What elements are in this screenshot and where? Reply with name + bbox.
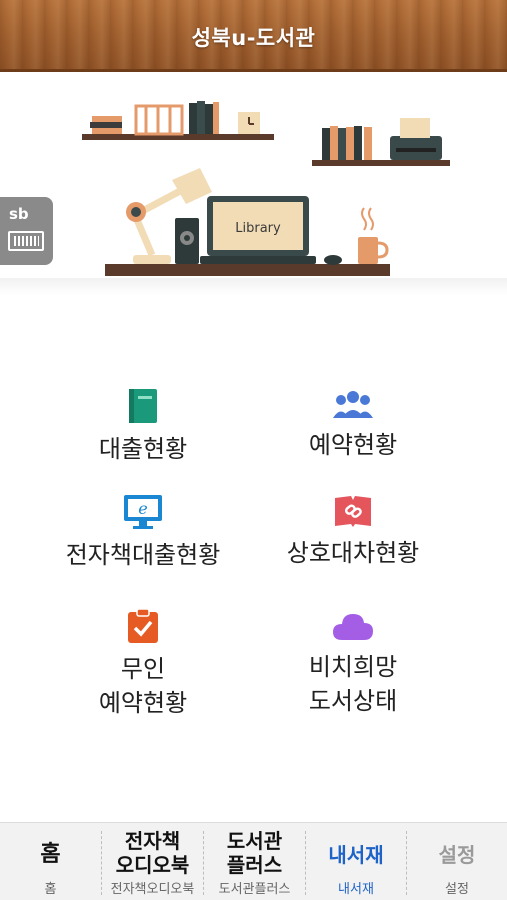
menu-interlibrary-loan-status[interactable]: 상호대차현황: [238, 494, 468, 570]
nav-sub-label: 설정: [445, 882, 469, 897]
menu-label: 대출현황: [98, 435, 188, 463]
barcode-icon: [8, 231, 44, 251]
member-card-button[interactable]: sb: [0, 197, 53, 265]
nav-sub-label: 홈: [44, 882, 57, 897]
library-illustration: Library: [82, 101, 450, 276]
nav-main-label-line2: 오디오북: [115, 853, 190, 877]
nav-main-label-line2: 플러스: [226, 853, 283, 877]
clipboard-check-icon: [128, 608, 158, 643]
menu-label: 상호대차현황: [286, 539, 420, 567]
nav-sub-label: 내서재: [338, 882, 374, 897]
menu-label-line2: 예약현황: [98, 689, 188, 717]
nav-my-library[interactable]: 내서재 내서재: [306, 823, 406, 900]
menu-label-line1: 비치희망: [308, 653, 398, 681]
nav-main-label: 설정: [438, 843, 476, 867]
laptop: Library: [200, 196, 316, 264]
cloud-icon: [333, 614, 373, 640]
svg-text:e: e: [138, 499, 147, 518]
nav-main-label-line1: 전자책: [124, 829, 181, 853]
nav-home[interactable]: 홈 홈: [0, 823, 101, 900]
app-title: 성북u-도서관: [191, 26, 316, 50]
menu-unmanned-reservation-status[interactable]: 무인 예약현황: [28, 608, 258, 720]
speaker: [175, 218, 199, 264]
library-banner: Library: [0, 75, 507, 295]
app-header: 성북u-도서관: [0, 0, 507, 72]
menu-reservation-status[interactable]: 예약현황: [238, 388, 468, 462]
menu-wish-book-status[interactable]: 비치희망 도서상태: [238, 608, 468, 718]
menu-ebook-loan-status[interactable]: e 전자책대출현황: [28, 494, 258, 572]
link-book-icon: [335, 496, 371, 527]
desk-lamp: [126, 168, 212, 264]
e-monitor-icon: e: [124, 495, 162, 529]
coffee-mug: [358, 207, 389, 264]
nav-main-label: 내서재: [328, 843, 384, 867]
banner-shadow: [0, 278, 507, 296]
bottom-navigation: 홈 홈 전자책 오디오북 전자책오디오북 도서관 플러스 도서관플러스 내서재 …: [0, 822, 507, 900]
nav-main-label: 홈: [40, 842, 61, 867]
menu-label-line1: 무인: [120, 655, 166, 683]
menu-loan-status[interactable]: 대출현황: [28, 388, 258, 466]
nav-settings[interactable]: 설정 설정: [407, 823, 507, 900]
menu-label: 예약현황: [308, 431, 398, 459]
menu-label-line2: 도서상태: [308, 687, 398, 715]
laptop-screen-text: Library: [235, 221, 281, 236]
nav-sub-label: 전자책오디오북: [110, 882, 195, 897]
shelf-books-right: [322, 118, 442, 160]
nav-library-plus[interactable]: 도서관 플러스 도서관플러스: [204, 823, 305, 900]
nav-sub-label: 도서관플러스: [218, 882, 291, 897]
nav-ebook-audiobook[interactable]: 전자책 오디오북 전자책오디오북: [102, 823, 203, 900]
shelf-books-left: [90, 101, 260, 136]
menu-label: 전자책대출현황: [65, 541, 221, 569]
book-icon: [129, 389, 157, 423]
nav-main-label-line1: 도서관: [226, 829, 283, 853]
mouse: [324, 255, 342, 265]
users-icon: [333, 391, 373, 418]
sb-label: sb: [9, 205, 29, 223]
